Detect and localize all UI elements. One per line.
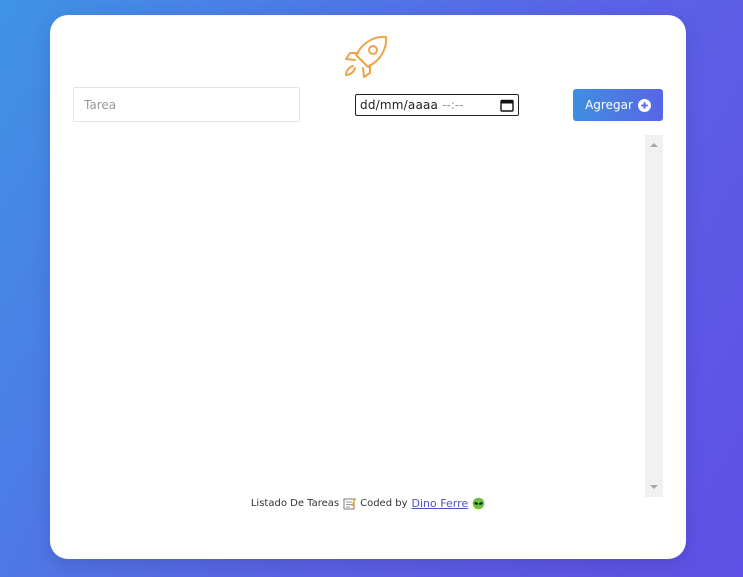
todo-card: dd/mm/aaaa --:-- Agregar Listado De Tare… [50,15,686,559]
footer-title: Listado De Tareas [250,498,340,509]
calendar-icon[interactable] [500,99,514,112]
memo-icon [343,498,357,510]
rocket-icon [345,35,388,78]
time-placeholder: --:-- [442,98,464,112]
date-placeholder: dd/mm/aaaa [360,98,439,112]
scrollbar[interactable] [645,135,663,497]
footer: Listado De Tareas Coded by Dino Ferre [50,497,686,510]
footer-coded-by: Coded by [360,498,408,509]
scroll-up-arrow-icon[interactable] [650,143,658,147]
alien-icon [472,497,485,510]
add-button-label: Agregar [585,98,633,112]
datetime-input[interactable]: dd/mm/aaaa --:-- [355,94,519,116]
task-list [73,135,663,497]
plus-circle-icon [637,98,651,112]
add-button[interactable]: Agregar [573,89,663,121]
task-input[interactable] [73,87,300,122]
author-link[interactable]: Dino Ferre [412,497,469,510]
scroll-down-arrow-icon[interactable] [650,485,658,489]
